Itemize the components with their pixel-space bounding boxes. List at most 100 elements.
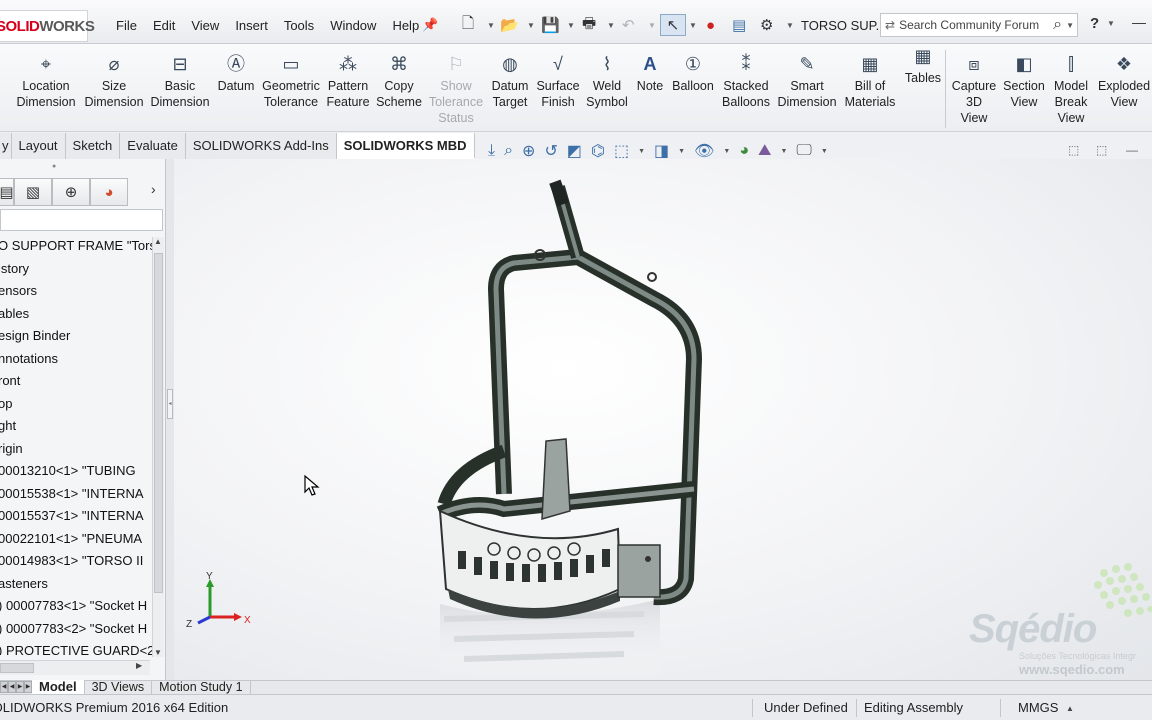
show-tolerance-status-button[interactable]: ⚐ Show Tolerance Status bbox=[428, 52, 484, 126]
tab-model[interactable]: Model bbox=[32, 680, 85, 694]
view-settings-icon[interactable]: 🖵 bbox=[796, 142, 811, 160]
weld-symbol-button[interactable]: ⌇ Weld Symbol bbox=[584, 52, 630, 110]
search-dropdown-icon[interactable]: ▼ bbox=[1066, 21, 1074, 30]
display-style-dropdown-icon[interactable]: ▼ bbox=[678, 148, 685, 155]
geometric-tolerance-button[interactable]: ▭ Geometric Tolerance bbox=[260, 52, 322, 110]
menu-insert[interactable]: Insert bbox=[227, 17, 276, 34]
tree-item[interactable]: 00015538<1> "INTERNA bbox=[0, 483, 152, 506]
panel-splitter[interactable]: ◂ bbox=[166, 159, 174, 680]
apply-scene-dropdown-icon[interactable]: ▼ bbox=[780, 148, 787, 155]
datum-target-button[interactable]: ◍ Datum Target bbox=[488, 52, 532, 110]
model-break-view-button[interactable]: ⫿ Model Break View bbox=[1050, 52, 1092, 126]
scroll-up-icon[interactable]: ▲ bbox=[154, 237, 162, 246]
scroll-thumb[interactable] bbox=[154, 253, 163, 593]
pattern-feature-button[interactable]: ⁂ Pattern Feature bbox=[324, 52, 372, 110]
smart-dimension-button[interactable]: ✎ Smart Dimension bbox=[776, 52, 838, 110]
first-tab-icon[interactable]: ◀ bbox=[0, 681, 8, 693]
zoom-to-area-icon[interactable]: ⊕ bbox=[522, 141, 535, 161]
tree-item[interactable]: asteners bbox=[0, 573, 152, 596]
last-tab-icon[interactable]: ▶ bbox=[24, 681, 32, 693]
section-view-icon[interactable]: ◩ bbox=[567, 141, 582, 161]
balloon-button[interactable]: ① Balloon bbox=[670, 52, 716, 94]
surface-finish-button[interactable]: √ Surface Finish bbox=[534, 52, 582, 110]
tree-item[interactable]: ) PROTECTIVE GUARD<2> bbox=[0, 640, 152, 655]
tree-item[interactable]: ables bbox=[0, 303, 152, 326]
new-dropdown-icon[interactable]: ▼ bbox=[487, 14, 495, 36]
select-icon[interactable]: ↖ bbox=[660, 14, 686, 36]
copy-scheme-button[interactable]: ⌘ Copy Scheme bbox=[374, 52, 424, 110]
unit-system[interactable]: MMGS bbox=[1018, 700, 1058, 715]
tree-item[interactable]: ) 00007783<2> "Socket H bbox=[0, 618, 152, 641]
menu-window[interactable]: Window bbox=[322, 17, 384, 34]
undo-icon[interactable]: ↶ bbox=[622, 14, 635, 36]
undo-dropdown-icon[interactable]: ▼ bbox=[648, 14, 656, 36]
print-dropdown-icon[interactable]: ▼ bbox=[607, 14, 615, 36]
view-settings-dropdown-icon[interactable]: ▼ bbox=[821, 148, 828, 155]
tree-item[interactable]: O SUPPORT FRAME "Torsc bbox=[0, 235, 152, 258]
save-icon[interactable]: 💾 bbox=[541, 14, 560, 36]
panel-drag-handle-icon[interactable]: ● bbox=[52, 163, 56, 170]
tree-item[interactable]: 00022101<1> "PNEUMA bbox=[0, 528, 152, 551]
stacked-balloons-button[interactable]: ⁑ Stacked Balloons bbox=[720, 52, 772, 110]
tree-horizontal-scrollbar[interactable]: ▶ bbox=[0, 660, 150, 675]
menu-file[interactable]: File bbox=[108, 17, 145, 34]
reference-triad[interactable]: Y X Z bbox=[184, 571, 254, 631]
tab-motion-study[interactable]: Motion Study 1 bbox=[152, 680, 251, 694]
tree-vertical-scrollbar[interactable]: ▲ ▼ bbox=[152, 237, 164, 657]
new-document-icon[interactable]: 🗋 bbox=[462, 14, 474, 36]
minimize-icon[interactable]: — bbox=[1132, 14, 1146, 30]
save-dropdown-icon[interactable]: ▼ bbox=[567, 14, 575, 36]
property-manager-tab[interactable]: ▧ bbox=[14, 178, 52, 206]
file-properties-icon[interactable]: ▤ bbox=[732, 14, 746, 36]
edit-appearance-icon[interactable]: ◕ bbox=[739, 142, 749, 160]
view-orientation-icon[interactable]: ⬚ bbox=[614, 141, 629, 161]
tile-viewport-icon[interactable]: ⬚ bbox=[1096, 143, 1107, 157]
view-orientation-dropdown-icon[interactable]: ▼ bbox=[638, 148, 645, 155]
scroll-down-icon[interactable]: ▼ bbox=[154, 648, 162, 657]
tab-evaluate[interactable]: Evaluate bbox=[120, 133, 186, 159]
tree-item[interactable]: 00014983<1> "TORSO II bbox=[0, 550, 152, 573]
tree-item[interactable]: 00015537<1> "INTERNA bbox=[0, 505, 152, 528]
location-dimension-button[interactable]: ⌖ Location Dimension bbox=[16, 52, 76, 110]
tab-3d-views[interactable]: 3D Views bbox=[85, 680, 153, 694]
search-input[interactable]: Search Community Forum bbox=[899, 18, 1053, 32]
help-dropdown-icon[interactable]: ▼ bbox=[1107, 19, 1115, 28]
hscroll-thumb[interactable] bbox=[0, 663, 34, 673]
hide-show-items-icon[interactable]: 👁 bbox=[694, 141, 714, 161]
tree-item[interactable]: op bbox=[0, 393, 152, 416]
tab-sketch[interactable]: Sketch bbox=[65, 133, 121, 159]
search-icon[interactable]: ⌕ bbox=[1053, 16, 1062, 34]
tab-partial[interactable]: y bbox=[0, 133, 12, 159]
tree-item[interactable]: esign Binder bbox=[0, 325, 152, 348]
tab-addins[interactable]: SOLIDWORKS Add-Ins bbox=[185, 133, 337, 159]
rebuild-icon[interactable]: ● bbox=[706, 14, 715, 36]
datum-button[interactable]: Ⓐ Datum bbox=[214, 52, 258, 94]
tables-button[interactable]: ▦ Tables bbox=[902, 44, 944, 86]
menu-view[interactable]: View bbox=[183, 17, 227, 34]
tree-item[interactable]: ront bbox=[0, 370, 152, 393]
restore-viewport-icon[interactable]: ⬚ bbox=[1068, 143, 1079, 157]
feature-filter-input[interactable] bbox=[0, 209, 163, 231]
basic-dimension-button[interactable]: ⊟ Basic Dimension bbox=[150, 52, 210, 110]
size-dimension-button[interactable]: ⌀ Size Dimension bbox=[84, 52, 144, 110]
pin-icon[interactable]: 📌 bbox=[422, 14, 438, 36]
menu-edit[interactable]: Edit bbox=[145, 17, 183, 34]
select-dropdown-icon[interactable]: ▼ bbox=[689, 14, 697, 36]
scroll-right-icon[interactable]: ▶ bbox=[136, 661, 142, 670]
minimize-viewport-icon[interactable]: — bbox=[1126, 143, 1138, 157]
tree-item[interactable]: nnotations bbox=[0, 348, 152, 371]
splitter-grip-icon[interactable]: ◂ bbox=[167, 389, 173, 419]
menu-help[interactable]: Help bbox=[384, 17, 427, 34]
zoom-to-fit-icon[interactable]: ⌕ bbox=[504, 142, 513, 160]
options-dropdown-icon[interactable]: ▼ bbox=[786, 14, 794, 36]
capture-3d-view-button[interactable]: ⧈ Capture 3D View bbox=[950, 52, 998, 126]
tree-item[interactable]: 00013210<1> "TUBING bbox=[0, 460, 152, 483]
next-tab-icon[interactable]: ▶ bbox=[16, 681, 24, 693]
options-gear-icon[interactable]: ⚙ bbox=[760, 14, 773, 36]
more-tabs-chevron-icon[interactable]: › bbox=[151, 181, 156, 197]
graphics-area[interactable]: Y X Z Sqédio Soluções Tecnológicas Integ… bbox=[174, 159, 1152, 680]
help-icon[interactable]: ? bbox=[1090, 15, 1099, 32]
display-manager-tab[interactable]: ◕ bbox=[90, 178, 128, 206]
apply-scene-icon[interactable]: ⛰ bbox=[758, 142, 771, 160]
dynamic-annotation-icon[interactable]: ⌬ bbox=[591, 141, 605, 161]
